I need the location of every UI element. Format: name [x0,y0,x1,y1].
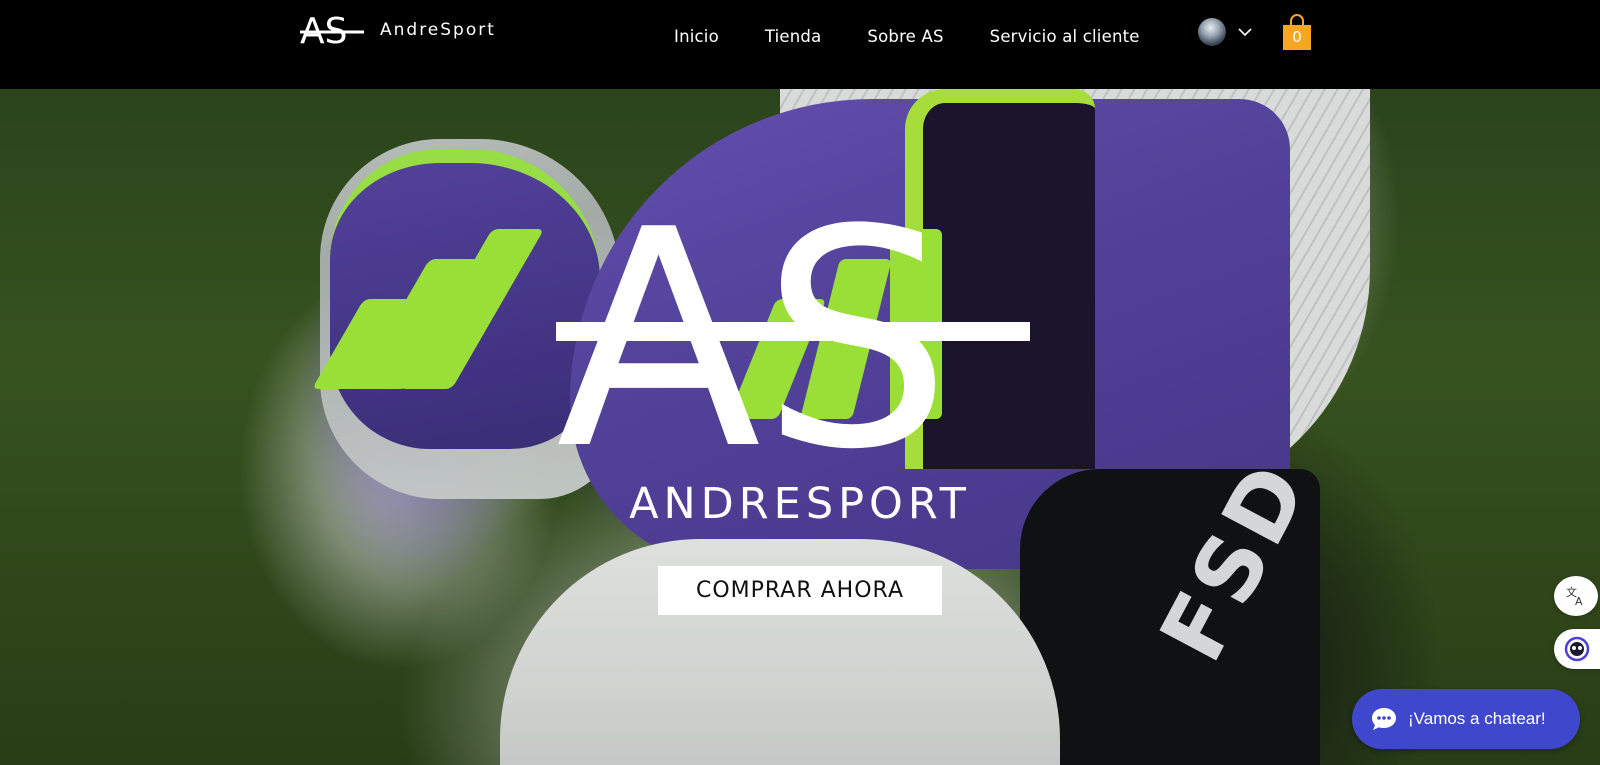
translate-button[interactable]: 文 A [1554,576,1598,616]
bot-icon [1564,636,1590,662]
translate-icon: 文 A [1566,585,1583,607]
bot-assistant-button[interactable] [1554,629,1600,669]
chat-label: ¡Vamos a chatear! [1408,709,1546,728]
nav-item-servicio-al-cliente[interactable]: Servicio al cliente [990,27,1140,46]
nav-item-sobre-as[interactable]: Sobre AS [867,27,943,46]
logo-mark: AS [300,11,366,52]
account-menu[interactable] [1198,18,1252,46]
brand-logo[interactable]: AS AndreSport [300,11,496,52]
nav-item-tienda[interactable]: Tienda [765,27,822,46]
hero-logo-mark: AS [548,166,1041,515]
cart-button[interactable]: 0 [1282,14,1312,50]
chevron-down-icon[interactable] [1238,27,1252,37]
avatar[interactable] [1198,18,1226,46]
svg-text:AS: AS [300,12,347,48]
chat-button[interactable]: ¡Vamos a chatear! [1352,689,1580,749]
svg-text:A: A [1575,595,1583,607]
main-nav: Inicio Tienda Sobre AS Servicio al clien… [674,27,1186,46]
chat-bubble-icon [1372,708,1396,730]
cart-count: 0 [1292,28,1302,46]
hero-banner: FSD AS ANDRESPORT COMPRAR AHORA [0,89,1600,765]
nav-item-inicio[interactable]: Inicio [674,27,719,46]
site-header: AS AndreSport Inicio Tienda Sobre AS Ser… [0,0,1600,89]
shop-now-button[interactable]: COMPRAR AHORA [658,566,942,615]
hero-title: ANDRESPORT [629,479,971,529]
brand-name: AndreSport [380,20,496,40]
